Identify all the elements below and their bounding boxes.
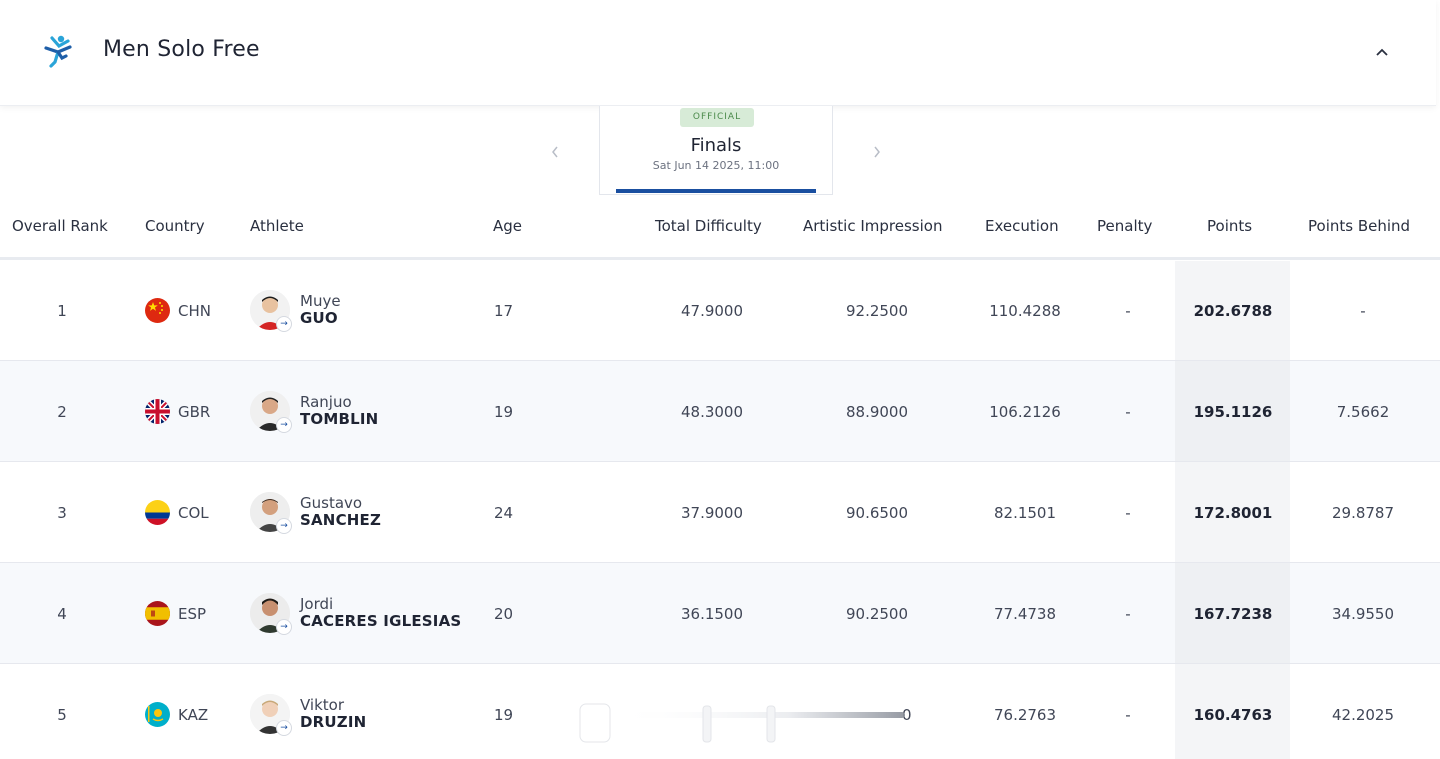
difficulty-cell: 37.9000 [680, 504, 744, 522]
column-header-rank[interactable]: Overall Rank [12, 217, 108, 235]
collapse-button[interactable] [1370, 40, 1394, 64]
penalty-cell: - [1125, 706, 1131, 724]
phase-navigator: OFFICIAL Finals Sat Jun 14 2025, 11:00 [0, 106, 1440, 196]
china-flag-icon [145, 298, 170, 323]
artistic-cell: 90.6500 [845, 504, 909, 522]
table-row[interactable]: 4 ESP → Jordi CACERES IGLESIAS 20 36.150… [0, 563, 1440, 664]
column-header-artistic[interactable]: Artistic Impression [803, 217, 942, 235]
colombia-flag-icon [145, 500, 170, 525]
phase-date: Sat Jun 14 2025, 11:00 [652, 159, 780, 172]
country-code: GBR [178, 403, 211, 421]
official-badge: OFFICIAL [680, 108, 754, 127]
results-table: Overall Rank Country Athlete Age Total D… [0, 196, 1440, 759]
artistic-cell: 0 [902, 706, 912, 724]
artistic-swimming-icon [44, 35, 72, 68]
age-cell: 17 [494, 302, 514, 320]
points-behind-cell: 42.2025 [1331, 706, 1395, 724]
next-phase-button[interactable] [867, 142, 887, 162]
difficulty-cell: 48.3000 [680, 403, 744, 421]
event-header: Men Solo Free [0, 0, 1436, 106]
athlete-given-name[interactable]: Viktor [300, 696, 344, 714]
rank-cell: 2 [57, 403, 67, 421]
points-behind-cell: 34.9550 [1331, 605, 1395, 623]
execution-cell: 82.1501 [993, 504, 1057, 522]
table-row[interactable]: 1 CHN → Muye GUO 17 47.9000 92.2500 110.… [0, 260, 1440, 361]
active-phase-indicator [616, 189, 816, 193]
athlete-family-name[interactable]: GUO [300, 309, 338, 327]
table-row[interactable]: 2 GBR → Ranjuo TOMBLIN 19 48.3000 88.900… [0, 361, 1440, 462]
penalty-cell: - [1125, 605, 1131, 623]
artistic-cell: 92.2500 [845, 302, 909, 320]
points-cell: 195.1126 [1193, 403, 1273, 421]
column-header-points[interactable]: Points [1207, 217, 1252, 235]
country-code: ESP [178, 605, 207, 623]
age-cell: 24 [494, 504, 514, 522]
column-header-athlete[interactable]: Athlete [250, 217, 304, 235]
athlete-family-name[interactable]: DRUZIN [300, 713, 366, 731]
country-code: KAZ [178, 706, 209, 724]
arrow-right-icon: → [276, 417, 292, 433]
athlete-given-name[interactable]: Muye [300, 292, 341, 310]
points-behind-cell: 29.8787 [1331, 504, 1395, 522]
execution-cell: 76.2763 [993, 706, 1057, 724]
athlete-given-name[interactable]: Ranjuo [300, 393, 352, 411]
rank-cell: 5 [57, 706, 67, 724]
arrow-right-icon: → [276, 518, 292, 534]
penalty-cell: - [1125, 302, 1131, 320]
uk-flag-icon [145, 399, 170, 424]
column-header-points-behind[interactable]: Points Behind [1308, 217, 1410, 235]
age-cell: 20 [494, 605, 514, 623]
country-code: COL [178, 504, 209, 522]
column-header-penalty[interactable]: Penalty [1097, 217, 1152, 235]
points-cell: 172.8001 [1193, 504, 1273, 522]
athlete-given-name[interactable]: Jordi [300, 595, 333, 613]
rank-cell: 3 [57, 504, 67, 522]
penalty-cell: - [1125, 403, 1131, 421]
phase-title: Finals [690, 135, 742, 156]
chevron-up-icon [1376, 48, 1388, 56]
points-cell: 167.7238 [1193, 605, 1273, 623]
artistic-cell: 88.9000 [845, 403, 909, 421]
athlete-family-name[interactable]: TOMBLIN [300, 410, 378, 428]
column-header-age[interactable]: Age [493, 217, 522, 235]
kazakhstan-flag-icon [145, 702, 170, 727]
execution-cell: 110.4288 [989, 302, 1061, 320]
arrow-right-icon: → [276, 720, 292, 736]
penalty-cell: - [1125, 504, 1131, 522]
phase-card-finals[interactable]: OFFICIAL Finals Sat Jun 14 2025, 11:00 [599, 106, 833, 195]
arrow-right-icon: → [276, 316, 292, 332]
execution-cell: 77.4738 [993, 605, 1057, 623]
points-cell: 202.6788 [1193, 302, 1273, 320]
points-behind-cell: - [1360, 302, 1366, 320]
rank-cell: 4 [57, 605, 67, 623]
chevron-left-icon [552, 146, 558, 158]
athlete-family-name[interactable]: CACERES IGLESIAS [300, 612, 461, 630]
chevron-right-icon [874, 146, 880, 158]
country-code: CHN [178, 302, 211, 320]
column-header-country[interactable]: Country [145, 217, 205, 235]
athlete-given-name[interactable]: Gustavo [300, 494, 362, 512]
column-header-execution[interactable]: Execution [985, 217, 1059, 235]
age-cell: 19 [494, 706, 514, 724]
artistic-cell: 90.2500 [845, 605, 909, 623]
points-behind-cell: 7.5662 [1336, 403, 1390, 421]
difficulty-cell: 47.9000 [680, 302, 744, 320]
execution-cell: 106.2126 [989, 403, 1061, 421]
age-cell: 19 [494, 403, 514, 421]
table-row[interactable]: 5 KAZ → Viktor DRUZIN 19 0 76.2763 - 160… [0, 664, 1440, 759]
page-title: Men Solo Free [103, 37, 260, 62]
arrow-right-icon: → [276, 619, 292, 635]
rank-cell: 1 [57, 302, 67, 320]
spain-flag-icon [145, 601, 170, 626]
column-header-difficulty[interactable]: Total Difficulty [655, 217, 762, 235]
table-row[interactable]: 3 COL → Gustavo SANCHEZ 24 37.9000 90.65… [0, 462, 1440, 563]
points-cell: 160.4763 [1193, 706, 1273, 724]
table-header: Overall Rank Country Athlete Age Total D… [0, 196, 1440, 260]
difficulty-cell: 36.1500 [680, 605, 744, 623]
previous-phase-button[interactable] [545, 142, 565, 162]
athlete-family-name[interactable]: SANCHEZ [300, 511, 381, 529]
